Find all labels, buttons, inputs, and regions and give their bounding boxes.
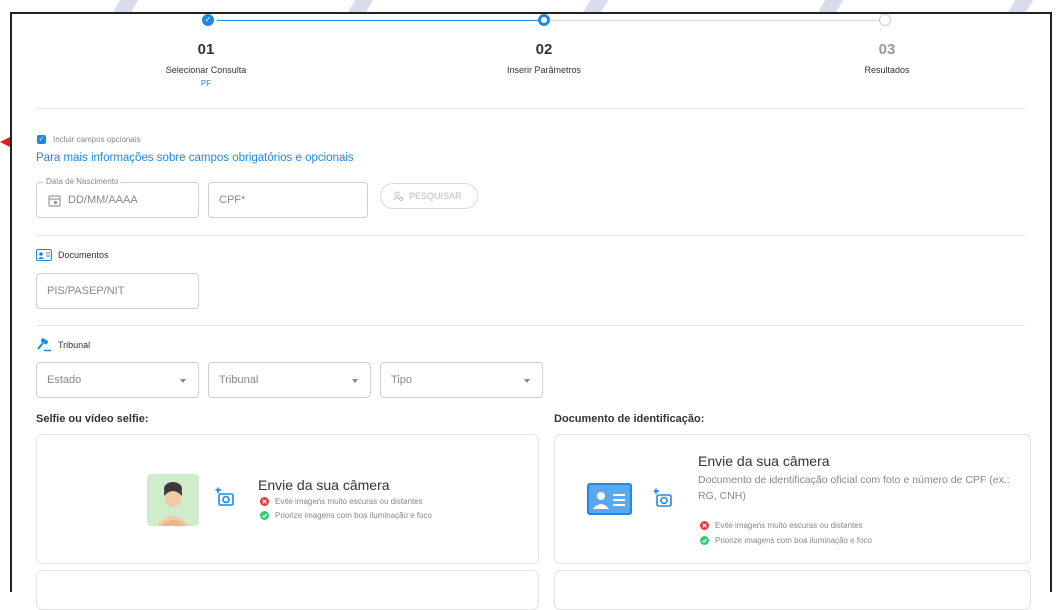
calendar-icon [48, 195, 61, 207]
id-doc-upload-title: Envie da sua câmera [698, 453, 830, 469]
step-3-pending-dot [879, 14, 891, 26]
state-select-value: Estado [47, 374, 82, 386]
id-document-illustration-icon [587, 483, 632, 515]
selfie-upload-title: Envie da sua câmera [258, 477, 390, 493]
cpf-field[interactable]: CPF* [208, 182, 368, 218]
stepper-progress-line [217, 20, 539, 21]
person-search-icon [393, 191, 403, 201]
avatar [147, 474, 199, 526]
chevron-down-icon [524, 379, 530, 383]
chevron-down-icon [352, 379, 358, 383]
step-3-number: 03 [878, 41, 896, 58]
step-1-label[interactable]: Selecionar Consulta [126, 65, 286, 75]
birth-date-placeholder: DD/MM/AAAA [68, 194, 138, 206]
selfie-hint-bad: Evite imagens muito escuras ou distantes [275, 497, 423, 506]
pis-placeholder: PIS/PASEP/NIT [47, 285, 125, 297]
id-doc-hint-good: Priorize imagens com boa iluminação e fo… [715, 536, 872, 545]
add-photo-icon[interactable] [653, 488, 673, 508]
success-icon [260, 511, 269, 520]
step-3-label: Resultados [864, 65, 910, 75]
divider [37, 108, 1025, 109]
step-1-sublabel: PF [200, 79, 212, 88]
step-2-number: 02 [535, 41, 553, 58]
error-icon [700, 521, 709, 530]
id-card-icon [36, 249, 52, 261]
add-photo-icon[interactable] [215, 487, 235, 507]
main-panel: ✓ 01 02 03 Selecionar Consulta PF Inseri… [10, 12, 1052, 610]
type-select[interactable]: Tipo [380, 362, 543, 398]
cpf-placeholder: CPF* [219, 194, 246, 206]
upload-area-partial[interactable] [36, 570, 539, 610]
id-doc-description: Documento de identificação oficial com f… [698, 474, 1010, 502]
id-doc-upload-area[interactable]: Envie da sua câmera Documento de identif… [554, 434, 1031, 564]
optional-fields-label: Incluir campos opcionais [53, 135, 141, 144]
id-doc-heading: Documento de identificação: [554, 413, 705, 425]
step-1-number: 01 [197, 41, 215, 58]
upload-area-partial[interactable] [554, 570, 1031, 610]
search-button[interactable]: PESQUISAR [380, 183, 478, 209]
state-select[interactable]: Estado [36, 362, 199, 398]
fields-info-link[interactable]: Para mais informações sobre campos obrig… [36, 152, 354, 164]
id-doc-hint-bad: Evite imagens muito escuras ou distantes [715, 521, 863, 530]
court-select[interactable]: Tribunal [208, 362, 371, 398]
type-select-value: Tipo [391, 374, 412, 386]
documents-title: Documentos [58, 250, 109, 260]
selfie-upload-area[interactable]: Envie da sua câmera Evite imagens muito … [36, 434, 539, 564]
step-2-active-dot [538, 14, 550, 26]
error-icon [260, 497, 269, 506]
court-select-value: Tribunal [219, 374, 259, 386]
divider [37, 325, 1025, 326]
pis-field[interactable]: PIS/PASEP/NIT [36, 273, 199, 309]
divider [37, 235, 1025, 236]
chevron-down-icon [180, 379, 186, 383]
optional-fields-checkbox[interactable]: ✓ [37, 135, 46, 144]
birth-date-legend: Data de Nascimento [43, 177, 122, 186]
birth-date-field[interactable]: Data de Nascimento DD/MM/AAAA [36, 177, 199, 218]
selfie-heading: Selfie ou vídeo selfie: [36, 413, 149, 425]
selfie-hint-good: Priorize imagens com boa iluminação e fo… [275, 511, 432, 520]
step-2-label: Inserir Parâmetros [506, 65, 582, 75]
step-1-check-icon: ✓ [202, 14, 214, 26]
tribunal-title: Tribunal [58, 340, 91, 350]
gavel-icon [37, 338, 51, 352]
success-icon [700, 536, 709, 545]
stepper-pending-line [549, 20, 879, 21]
search-button-label: PESQUISAR [409, 191, 462, 201]
